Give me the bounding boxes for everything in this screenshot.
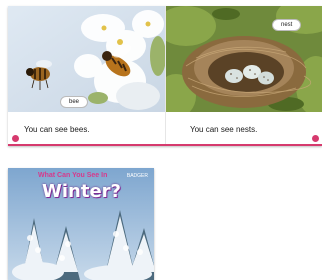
page-number-dot-right (312, 135, 319, 142)
spread-bottom-bar (8, 144, 322, 146)
cover-brand: BADGER (126, 173, 148, 179)
book-spread: bee You can see bees. nest You can see n… (8, 6, 322, 146)
cover-series-title: What Can You See In (38, 172, 108, 179)
book-cover[interactable]: What Can You See In BADGER Winter? (8, 168, 154, 280)
left-caption: You can see bees. (24, 125, 90, 134)
right-caption: You can see nests. (190, 125, 258, 134)
bee-label: bee (60, 96, 89, 108)
page-left: bee You can see bees. (8, 6, 165, 146)
page-right: nest You can see nests. (165, 6, 322, 146)
bee-photo (8, 6, 165, 112)
cover-title: Winter? (42, 181, 121, 202)
nest-label: nest (272, 19, 302, 31)
page-number-dot-left (12, 135, 19, 142)
